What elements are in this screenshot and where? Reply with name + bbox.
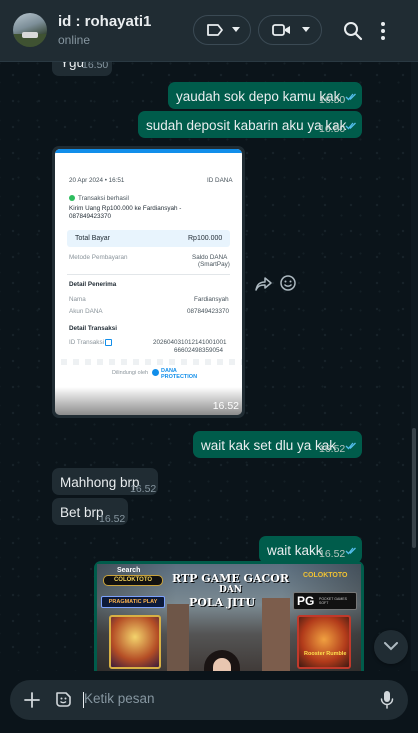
contact-avatar[interactable] [13,13,47,47]
account-label: Akun DANA [69,308,103,315]
receipt-status: Transaksi berhasil [78,195,129,202]
read-receipt-icon [345,93,356,101]
pg-logo-text: PG [297,594,315,608]
game-thumb-right: Rooster Rumble [297,615,351,669]
chevron-down-icon [232,27,240,32]
message-bubble-outgoing[interactable]: wait kakk 16.52 [259,536,362,563]
message-list[interactable]: Ygu 16.50 yaudah sok depo kamu kak 16.50… [0,62,410,671]
dana-logo-icon [152,369,159,376]
message-text: yaudah sok depo kamu kak [176,89,341,104]
pragmatic-logo: PRAGMATIC PLAY [101,596,165,608]
message-time: 16.52 [319,443,346,455]
contact-status: online [58,33,91,47]
method-value-2: (SmartPay) [198,261,230,268]
recipient-heading: Detail Penerima [69,281,117,288]
message-bubble-outgoing[interactable]: wait kak set dlu ya kak 16.52 [193,431,362,458]
scroll-to-bottom-button[interactable] [374,630,408,664]
copy-icon [105,339,112,346]
video-call-icon [272,24,290,36]
message-time: 16.50 [319,123,346,135]
contact-name[interactable]: id : rohayati1 [58,13,151,30]
message-bubble-outgoing[interactable]: yaudah sok depo kamu kak 16.50 [168,82,362,109]
image-message[interactable]: 20 Apr 2024 • 16:51 ID DANA Transaksi be… [52,146,245,418]
forward-icon[interactable] [255,276,273,292]
scrollbar-track[interactable] [411,62,418,671]
more-vertical-icon[interactable] [377,19,389,43]
transaction-id-label: ID Transaksi [69,339,104,346]
success-icon [69,195,75,201]
pg-logo-box: PG POCKET GAMES SOFT [293,592,357,610]
method-value-1: Saldo DANA [192,254,228,261]
total-label: Total Bayar [75,235,111,242]
pg-logo-sub: POCKET GAMES SOFT [319,597,347,605]
message-time: 16.52 [130,483,157,495]
receipt-date: 20 Apr 2024 • 16:51 [69,177,125,184]
receipt-title-1: Kirim Uang Rp100.000 ke Fardiansyah - [69,205,182,212]
banner-search: Search [117,567,141,574]
banner-headline-1: RTP GAME GACOR [172,572,289,585]
name-label: Nama [69,296,86,303]
message-text: Bet brp [60,505,104,520]
message-time: 16.50 [319,94,346,106]
building-left [167,604,189,671]
account-value: 087849423370 [187,308,230,315]
label-icon [207,24,223,36]
footer-label: Dilindungi oleh [112,370,149,376]
game-thumb-left [109,615,161,669]
receipt-title-2: 087849423370 [69,213,112,220]
message-time: 16.52 [212,400,239,412]
message-time: 16.52 [99,513,126,525]
read-receipt-icon [345,442,356,450]
chevron-down-icon [384,642,398,651]
avatar-car [22,32,38,38]
message-text: sudah deposit kabarin aku ya kak [146,118,347,133]
chevron-down-icon [302,27,310,32]
receipt-id-label: ID DANA [207,177,233,184]
image-message[interactable]: Search COLOKTOTO RTP GAME GACOR DAN POLA… [94,561,364,671]
sticker-emoji-icon[interactable] [54,690,73,709]
transaction-id-1: 202604031012141001001 [153,339,227,346]
message-bubble-incoming[interactable]: Bet brp 16.52 [52,498,128,525]
message-bubble-incoming[interactable]: Ygu 16.50 [52,62,112,76]
scrollbar-thumb[interactable] [412,428,416,548]
game-right-title: Rooster Rumble [304,651,347,657]
message-input[interactable]: Ketik pesan [84,691,155,706]
emoji-reaction-icon[interactable] [279,274,297,292]
receipt-zigzag [55,359,242,365]
chat-header: id : rohayati1 online [0,0,418,62]
message-time: 16.50 [82,62,109,71]
divider [67,274,230,275]
search-icon[interactable] [341,19,365,43]
label-button[interactable] [193,15,251,45]
read-receipt-icon [345,547,356,555]
transaction-id-2: 66602498359054 [174,347,224,354]
video-call-button[interactable] [258,15,322,45]
banner-logo-right: COLOKTOTO [303,572,348,579]
banner-brand: COLOKTOTO [103,575,163,586]
read-receipt-icon [345,122,356,130]
message-text: Ygu [60,62,85,70]
message-text: wait kakk [267,543,323,558]
name-value: Fardiansyah [194,296,229,303]
receipt-top-bar [55,149,242,153]
method-label: Metode Pembayaran [69,254,128,261]
promo-banner-image[interactable]: Search COLOKTOTO RTP GAME GACOR DAN POLA… [97,564,361,671]
payment-receipt-image[interactable]: 20 Apr 2024 • 16:51 ID DANA Transaksi be… [55,149,242,415]
transaction-heading: Detail Transaksi [69,325,117,332]
footer-brand-2: PROTECTION [161,374,198,380]
banner-headline-3: POLA JITU [189,596,256,609]
banner-person-face [213,658,231,671]
attach-plus-icon[interactable] [24,692,40,708]
microphone-icon[interactable] [380,690,394,710]
message-bubble-outgoing[interactable]: sudah deposit kabarin aku ya kak 16.50 [138,111,362,138]
message-text: wait kak set dlu ya kak [201,438,337,453]
total-value: Rp100.000 [188,235,223,242]
message-bubble-incoming[interactable]: Mahhong brp 16.52 [52,468,158,495]
building-right [262,598,290,671]
banner-headline-2: DAN [219,585,243,595]
message-text: Mahhong brp [60,475,140,490]
